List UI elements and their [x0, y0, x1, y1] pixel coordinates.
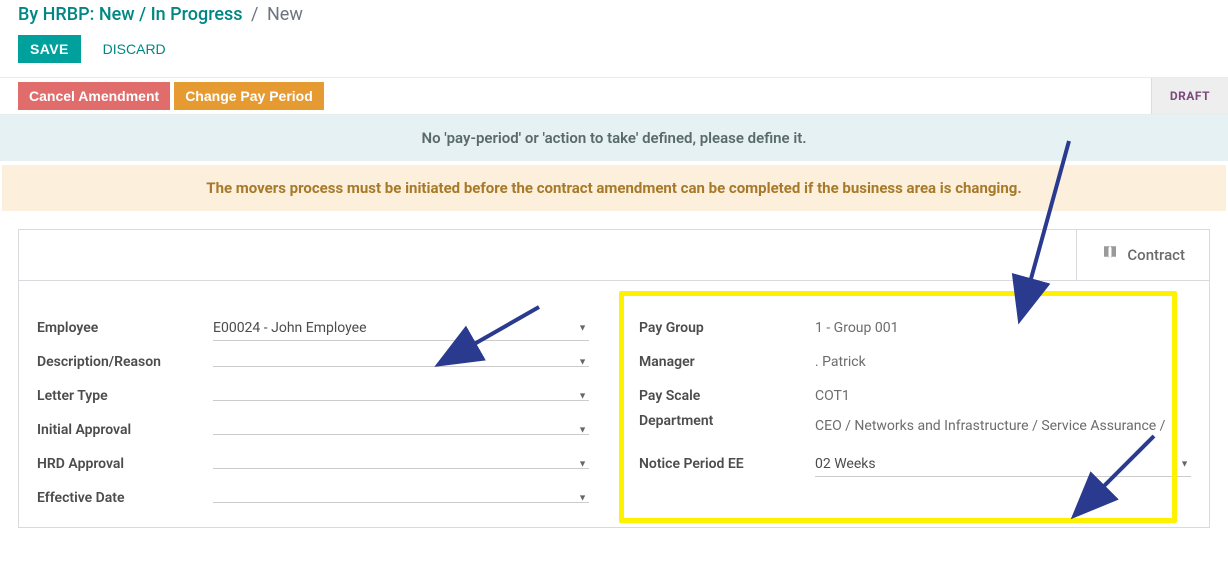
- department-label: Department: [639, 413, 815, 429]
- notice-period-label: Notice Period EE: [639, 456, 815, 472]
- manager-value: . Patrick: [815, 350, 1191, 374]
- pay-scale-label: Pay Scale: [639, 388, 815, 404]
- alert-warning: The movers process must be initiated bef…: [2, 165, 1226, 211]
- description-field[interactable]: ▼: [213, 358, 589, 367]
- letter-type-field[interactable]: ▼: [213, 392, 589, 401]
- breadcrumb-parent[interactable]: By HRBP: New / In Progress: [18, 4, 243, 25]
- contract-button[interactable]: Contract: [1076, 230, 1209, 280]
- alert-info: No 'pay-period' or 'action to take' defi…: [0, 115, 1228, 161]
- notice-period-field[interactable]: 02 Weeks▼: [815, 452, 1191, 477]
- pay-group-label: Pay Group: [639, 320, 815, 336]
- left-column: Employee E00024 - John Employee▼ Descrip…: [37, 311, 589, 515]
- hrd-approval-label: HRD Approval: [37, 456, 213, 472]
- contract-button-label: Contract: [1127, 246, 1185, 264]
- change-pay-period-button[interactable]: Change Pay Period: [174, 82, 324, 110]
- save-button[interactable]: SAVE: [18, 35, 81, 63]
- initial-approval-label: Initial Approval: [37, 422, 213, 438]
- chevron-down-icon: ▼: [578, 458, 587, 469]
- department-value: CEO / Networks and Infrastructure / Serv…: [815, 413, 1191, 441]
- contract-icon: [1101, 244, 1119, 266]
- employee-label: Employee: [37, 320, 213, 336]
- chevron-down-icon: ▼: [578, 492, 587, 503]
- manager-label: Manager: [639, 354, 815, 370]
- chevron-down-icon: ▼: [578, 322, 587, 333]
- chevron-down-icon: ▼: [578, 390, 587, 401]
- action-row: SAVE DISCARD: [0, 31, 1228, 78]
- breadcrumb-current: New: [267, 4, 303, 25]
- pay-scale-value: COT1: [815, 384, 1191, 408]
- description-label: Description/Reason: [37, 354, 213, 370]
- letter-type-label: Letter Type: [37, 388, 213, 404]
- chevron-down-icon: ▼: [578, 424, 587, 435]
- pay-group-value: 1 - Group 001: [815, 316, 1191, 340]
- discard-button[interactable]: DISCARD: [91, 35, 178, 63]
- status-row: Cancel Amendment Change Pay Period DRAFT: [0, 78, 1228, 115]
- effective-date-label: Effective Date: [37, 490, 213, 506]
- cancel-amendment-button[interactable]: Cancel Amendment: [18, 82, 170, 110]
- effective-date-field[interactable]: ▼: [213, 494, 589, 503]
- chevron-down-icon: ▼: [578, 356, 587, 367]
- initial-approval-field[interactable]: ▼: [213, 426, 589, 435]
- employee-field[interactable]: E00024 - John Employee▼: [213, 316, 589, 341]
- hrd-approval-field[interactable]: ▼: [213, 460, 589, 469]
- breadcrumb-separator: /: [251, 4, 258, 25]
- status-badge: DRAFT: [1151, 78, 1228, 114]
- right-column: Pay Group 1 - Group 001 Manager . Patric…: [639, 311, 1191, 515]
- breadcrumb: By HRBP: New / In Progress / New: [0, 0, 1228, 31]
- chevron-down-icon: ▼: [1180, 458, 1189, 469]
- form-sheet: Contract Employee E00024 - John Employee…: [18, 229, 1210, 528]
